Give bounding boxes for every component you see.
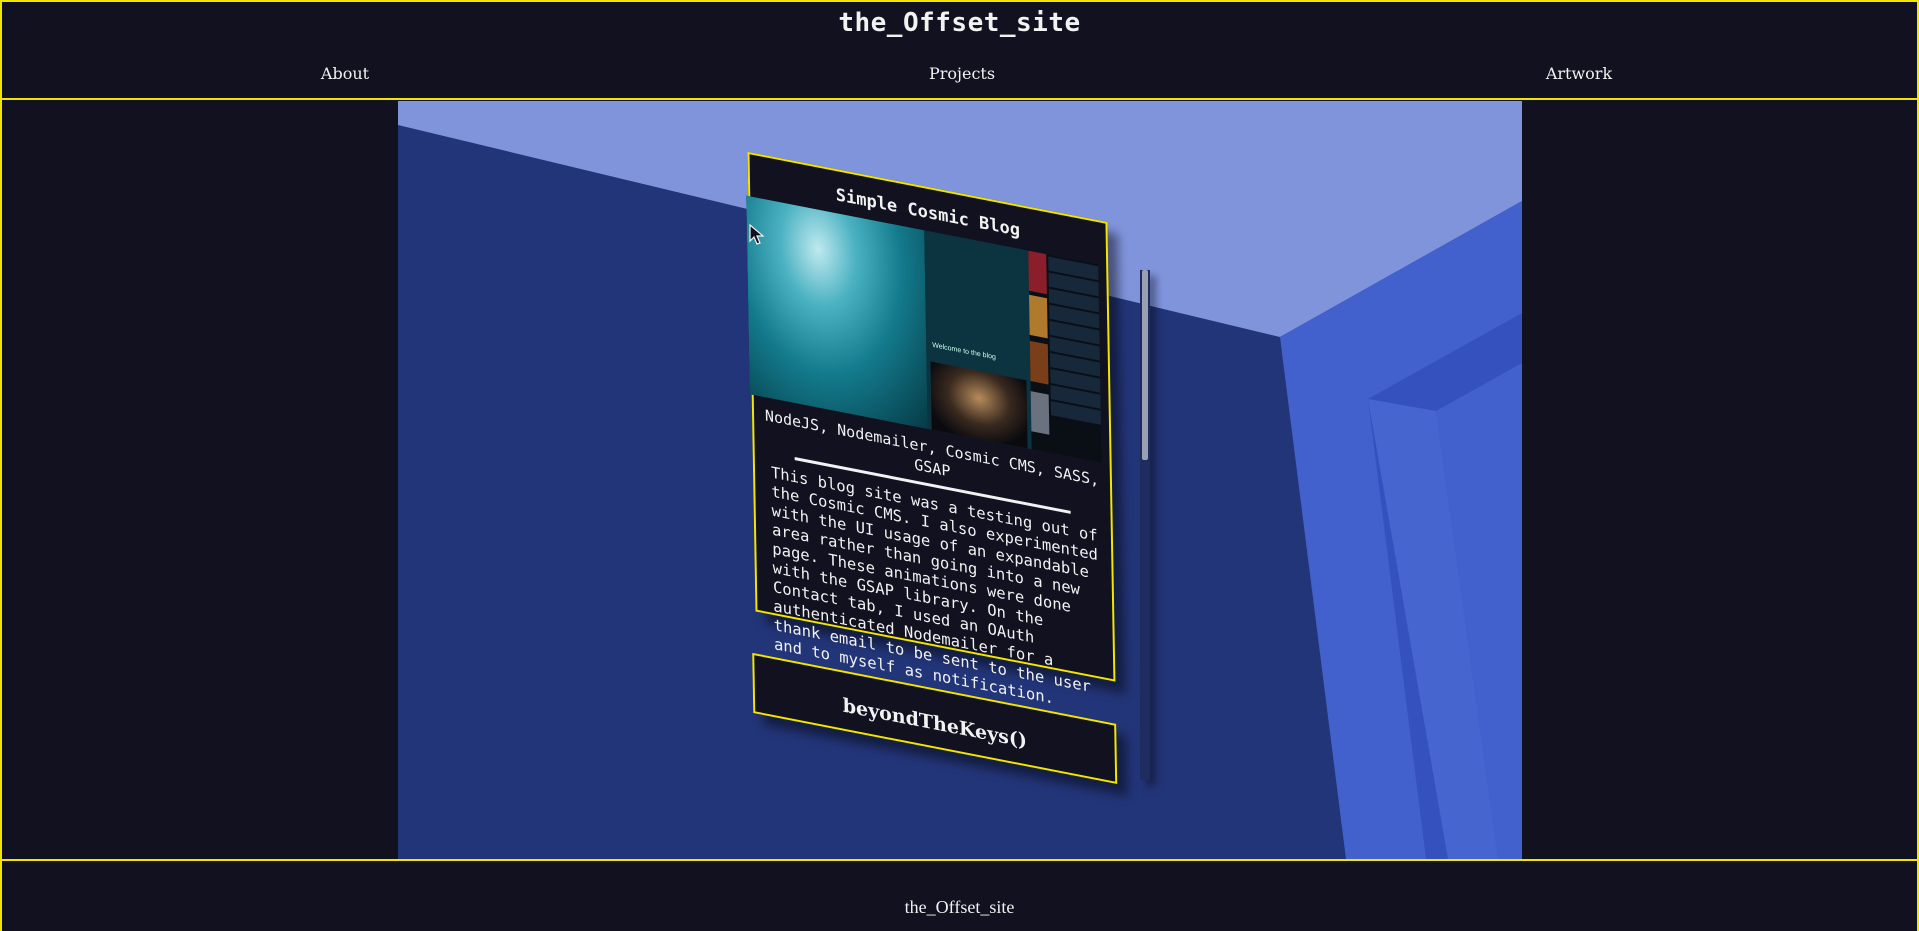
nav-artwork[interactable]: Artwork xyxy=(1546,64,1612,83)
projects-carousel[interactable]: Simple Cosmic Blog Welcome to the blog N… xyxy=(743,151,1142,785)
footer-text: the_Offset_site xyxy=(904,897,1015,917)
site-title: the_Offset_site xyxy=(838,8,1081,38)
nav-projects[interactable]: Projects xyxy=(929,64,995,83)
scrollbar-thumb[interactable] xyxy=(1142,270,1148,460)
site-header: the_Offset_site About Projects Artwork xyxy=(0,0,1919,100)
nav-about[interactable]: About xyxy=(321,64,369,83)
site-footer: the_Offset_site xyxy=(0,859,1919,931)
projects-scrollbar[interactable] xyxy=(1140,270,1150,780)
project-card-cosmic-blog[interactable]: Simple Cosmic Blog Welcome to the blog N… xyxy=(746,151,1116,708)
mouse-cursor-icon xyxy=(749,224,765,245)
